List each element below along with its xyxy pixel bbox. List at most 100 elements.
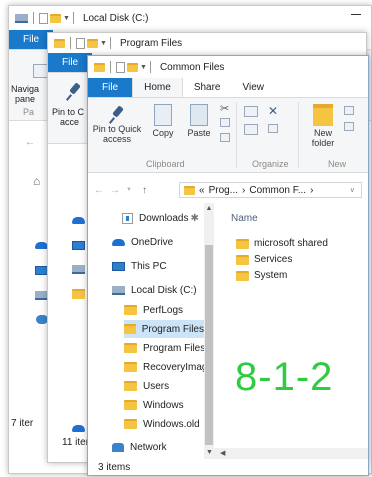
folder-icon <box>124 324 136 334</box>
address-overflow[interactable]: « <box>199 185 205 196</box>
column-header-name[interactable]: Name <box>231 213 258 224</box>
ribbon-label: pane <box>15 94 36 104</box>
folder-icon <box>72 289 85 299</box>
new-item-icon[interactable] <box>344 106 354 115</box>
folder-icon <box>124 381 137 391</box>
copy-path-icon[interactable] <box>220 118 230 127</box>
breadcrumb-common-files[interactable]: Common F... <box>249 185 306 196</box>
pc-icon <box>72 241 85 250</box>
chevron-down-icon[interactable]: ▼ <box>140 64 147 71</box>
scrollbar-thumb[interactable] <box>205 245 213 445</box>
nav-item-network[interactable]: Network <box>112 441 167 453</box>
address-row: ← → ▼ ↑ « Prog... › Common F... › v <box>88 179 368 201</box>
paste-icon <box>190 104 208 126</box>
nav-item-windows-old[interactable]: Windows.old <box>124 415 200 433</box>
delete-icon[interactable]: ✕ <box>268 104 278 118</box>
cloud-icon <box>72 217 85 224</box>
tab-view[interactable]: View <box>232 78 276 97</box>
file-item[interactable]: microsoft shared <box>236 236 328 251</box>
folder-icon <box>124 400 137 410</box>
properties-icon[interactable] <box>39 12 48 24</box>
address-bar[interactable]: « Prog... › Common F... › v <box>179 182 362 198</box>
titlebar-common-files: ▼ Common Files <box>88 56 368 78</box>
nav-item-downloads[interactable]: Downloads ✱ <box>122 209 199 227</box>
nav-item-program-files[interactable]: Program Files <box>124 320 204 338</box>
button-label: Copy <box>152 128 174 138</box>
scroll-left-icon[interactable]: ◀ <box>220 449 225 457</box>
minimize-button[interactable] <box>351 14 361 15</box>
move-to-icon[interactable] <box>244 106 258 117</box>
ribbon-group-label: Clipboard <box>146 159 185 169</box>
ribbon-group-label: Organize <box>252 159 289 169</box>
back-arrow-icon[interactable]: ← <box>94 185 104 196</box>
breadcrumb-separator[interactable]: › <box>242 185 245 196</box>
new-folder-icon[interactable] <box>50 13 61 23</box>
nav-item-local-disk[interactable]: Local Disk (C:) <box>112 281 197 299</box>
nav-item-windows[interactable]: Windows <box>124 396 184 414</box>
nav-item-this-pc[interactable]: This PC <box>112 257 167 275</box>
button-label: access <box>102 134 131 144</box>
easy-access-icon[interactable] <box>344 122 354 131</box>
ribbon-label: Pin to C <box>52 107 85 117</box>
network-icon <box>112 442 124 452</box>
status-bar-text: 11 iter <box>62 437 90 448</box>
folder-icon <box>124 343 137 353</box>
breadcrumb-separator[interactable]: › <box>310 185 313 196</box>
breadcrumb-program-files[interactable]: Prog... <box>209 185 238 196</box>
recent-locations-icon[interactable]: ▼ <box>126 187 132 193</box>
new-folder-icon[interactable] <box>87 38 98 48</box>
folder-icon <box>184 185 195 195</box>
nav-scrollbar[interactable]: ▲ <box>204 203 214 453</box>
pin-icon[interactable] <box>64 81 84 101</box>
back-arrow-icon[interactable]: ← <box>25 137 35 148</box>
cloud-icon <box>72 425 85 432</box>
scroll-down-icon[interactable]: ▼ <box>206 449 213 456</box>
file-item[interactable]: System <box>236 268 287 283</box>
window-title: Program Files <box>119 37 183 49</box>
properties-icon[interactable] <box>76 37 85 49</box>
file-item[interactable]: Services <box>236 252 292 267</box>
nav-item-recoveryimage[interactable]: RecoveryImag <box>124 358 207 376</box>
folder-icon <box>124 362 137 372</box>
horizontal-scrollbar[interactable]: ▼ ◀ <box>204 448 368 459</box>
ribbon-label: acce <box>60 117 80 127</box>
pc-icon <box>112 261 125 271</box>
nav-item-program-files-x86[interactable]: Program Files <box>124 339 205 357</box>
tab-file[interactable]: File <box>88 78 133 97</box>
nav-item-perflogs[interactable]: PerfLogs <box>124 301 183 319</box>
copy-icon <box>154 104 172 126</box>
chevron-down-icon[interactable]: ▼ <box>63 15 70 22</box>
download-icon <box>122 212 133 224</box>
up-arrow-icon[interactable]: ↑ <box>142 185 147 196</box>
ribbon-group-label: Pa <box>23 107 35 117</box>
ribbon-label: Naviga <box>11 84 40 94</box>
chevron-down-icon[interactable]: ▼ <box>100 40 107 47</box>
pin-icon <box>107 104 127 124</box>
new-folder-button[interactable]: New folder <box>306 104 340 148</box>
scroll-up-icon[interactable]: ▲ <box>204 203 214 215</box>
folder-icon <box>124 419 137 429</box>
properties-icon[interactable] <box>116 61 125 73</box>
home-icon[interactable]: ⌂ <box>33 174 40 188</box>
paste-button[interactable]: Paste <box>184 104 214 138</box>
pin-to-quick-access-button[interactable]: Pin to Quick access <box>92 104 142 144</box>
rename-icon[interactable] <box>268 124 278 133</box>
window-title: Local Disk (C:) <box>82 12 149 24</box>
paste-shortcut-icon[interactable] <box>220 133 230 142</box>
copy-button[interactable]: Copy <box>148 104 178 138</box>
nav-item-users[interactable]: Users <box>124 377 169 395</box>
address-dropdown-icon[interactable]: v <box>351 187 355 194</box>
cut-icon[interactable]: ✂ <box>220 102 229 115</box>
forward-arrow-icon[interactable]: → <box>110 185 120 196</box>
ribbon-group-label: New <box>328 159 347 169</box>
ribbon: Pin to Quick access Copy Paste ✂ Clipboa… <box>88 98 368 173</box>
copy-to-icon[interactable] <box>244 124 258 135</box>
folder-icon <box>236 238 249 249</box>
tab-share[interactable]: Share <box>183 78 232 97</box>
tab-home[interactable]: Home <box>132 78 183 97</box>
tab-file[interactable]: File <box>48 53 93 72</box>
folder-icon <box>124 305 137 315</box>
new-folder-icon[interactable] <box>127 62 138 72</box>
button-label: New <box>313 128 332 138</box>
nav-item-onedrive[interactable]: OneDrive <box>112 233 173 251</box>
